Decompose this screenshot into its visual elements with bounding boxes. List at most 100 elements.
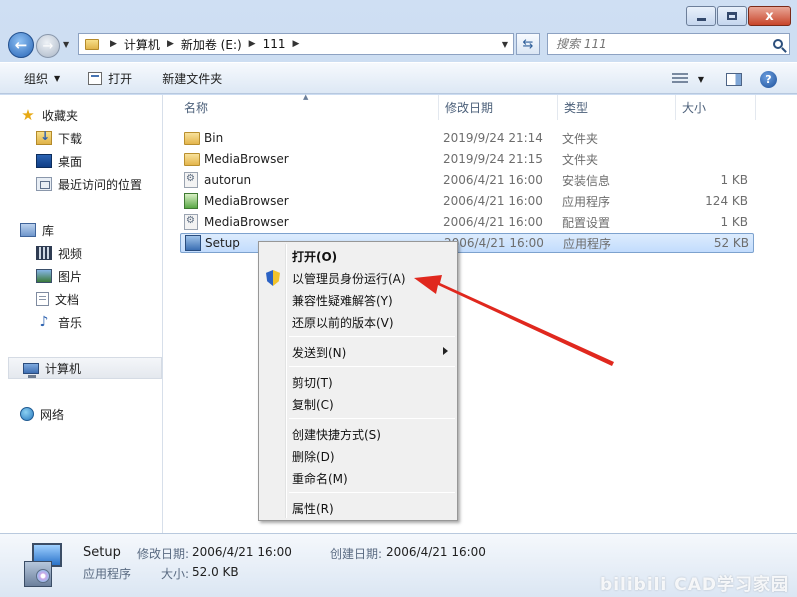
submenu-arrow-icon <box>443 347 448 355</box>
maximize-icon <box>727 12 737 20</box>
menu-item-cut[interactable]: 剪切(T) <box>261 371 456 393</box>
nav-desktop[interactable]: 桌面 <box>36 151 82 171</box>
open-button[interactable]: 打开 <box>80 66 140 90</box>
nav-videos[interactable]: 视频 <box>36 243 82 263</box>
column-header-size[interactable]: 大小 <box>676 95 756 120</box>
file-date: 2006/4/21 16:00 <box>443 173 543 187</box>
address-dropdown-icon[interactable]: ▼ <box>497 40 513 49</box>
file-date: 2019/9/24 21:14 <box>443 131 543 145</box>
breadcrumb-drive-e[interactable]: 新加卷 (E:) <box>181 36 242 53</box>
downloads-icon <box>36 129 52 145</box>
search-icon[interactable] <box>773 39 783 49</box>
menu-item-run-as-admin[interactable]: 以管理员身份运行(A) <box>261 267 456 289</box>
help-icon[interactable]: ? <box>760 70 777 88</box>
view-dropdown-icon[interactable]: ▼ <box>698 75 704 84</box>
close-button[interactable]: x <box>748 6 791 26</box>
search-box[interactable] <box>547 33 790 55</box>
address-bar[interactable]: ▶ 计算机 ▶ 新加卷 (E:) ▶ 111 ▶ ▼ <box>78 33 514 55</box>
menu-item-create-shortcut[interactable]: 创建快捷方式(S) <box>261 423 456 445</box>
details-size-label: 大小: <box>161 567 190 581</box>
menu-item-troubleshoot[interactable]: 兼容性疑难解答(Y) <box>261 289 456 311</box>
nav-documents[interactable]: 文档 <box>36 289 79 309</box>
menu-separator <box>289 418 455 419</box>
organize-button[interactable]: 组织 ▼ <box>16 66 68 90</box>
menu-item-copy[interactable]: 复制(C) <box>261 393 456 415</box>
file-type: 配置设置 <box>562 215 611 230</box>
file-type: 应用程序 <box>562 194 611 209</box>
details-file-name: Setup <box>83 545 121 560</box>
videos-icon <box>36 246 52 260</box>
refresh-icon: ⇆ <box>522 36 534 52</box>
column-header-date[interactable]: 修改日期 <box>439 95 558 120</box>
chevron-right-icon[interactable]: ▶ <box>110 39 117 49</box>
column-headers: 名称 修改日期 类型 大小 <box>164 95 797 120</box>
folder-icon <box>85 38 99 50</box>
forward-arrow-icon: → <box>42 38 54 54</box>
menu-item-open[interactable]: 打开(O) <box>261 245 456 267</box>
menu-item-rename[interactable]: 重命名(M) <box>261 467 456 489</box>
recent-pages-dropdown[interactable]: ▼ <box>63 40 69 49</box>
network-icon <box>20 407 34 421</box>
nav-pictures-label: 图片 <box>58 269 83 284</box>
file-row-mediabrowser-folder[interactable]: MediaBrowser 2019/9/24 21:15 文件夹 <box>180 149 754 169</box>
config-settings-icon <box>184 214 198 230</box>
file-type: 安装信息 <box>562 173 611 188</box>
organize-label: 组织 <box>24 71 49 86</box>
file-row-bin[interactable]: Bin 2019/9/24 21:14 文件夹 <box>180 128 754 148</box>
recent-places-icon <box>36 177 52 191</box>
file-type: 应用程序 <box>563 236 612 251</box>
file-type: 文件夹 <box>562 152 599 167</box>
back-button[interactable]: ← <box>8 32 34 58</box>
preview-pane-icon[interactable] <box>726 72 742 86</box>
menu-separator <box>289 366 455 367</box>
file-date: 2006/4/21 16:00 <box>443 194 543 208</box>
file-size: 1 KB <box>720 215 748 229</box>
file-name: MediaBrowser <box>204 215 289 229</box>
file-date: 2019/9/24 21:15 <box>443 152 543 166</box>
details-file-type: 应用程序 <box>83 567 132 581</box>
menu-item-delete[interactable]: 删除(D) <box>261 445 456 467</box>
chevron-right-icon[interactable]: ▶ <box>249 39 256 49</box>
file-name: Setup <box>205 236 240 250</box>
menu-separator <box>289 492 455 493</box>
chevron-right-icon[interactable]: ▶ <box>167 39 174 49</box>
maximize-button[interactable] <box>717 6 747 26</box>
file-row-autorun[interactable]: autorun 2006/4/21 16:00 安装信息 1 KB <box>180 170 754 190</box>
file-row-mediabrowser-config[interactable]: MediaBrowser 2006/4/21 16:00 配置设置 1 KB <box>180 212 754 232</box>
column-header-name[interactable]: 名称 <box>164 95 439 120</box>
breadcrumb-computer[interactable]: 计算机 <box>124 36 160 53</box>
nav-pictures[interactable]: 图片 <box>36 266 82 286</box>
nav-favorites-label: 收藏夹 <box>42 108 79 123</box>
nav-libraries[interactable]: 库 <box>20 220 54 240</box>
nav-downloads[interactable]: 下载 <box>36 128 82 148</box>
nav-recent[interactable]: 最近访问的位置 <box>36 174 142 194</box>
nav-favorites[interactable]: ★ 收藏夹 <box>20 105 78 125</box>
new-folder-button[interactable]: 新建文件夹 <box>154 66 230 90</box>
folder-icon <box>184 152 200 166</box>
file-size: 124 KB <box>705 194 748 208</box>
nav-computer[interactable]: 计算机 <box>8 357 162 379</box>
nav-desktop-label: 桌面 <box>58 154 83 169</box>
menu-item-run-as-admin-label: 以管理员身份运行(A) <box>292 271 406 286</box>
menu-item-send-to[interactable]: 发送到(N) <box>261 341 456 363</box>
file-type: 文件夹 <box>562 131 599 146</box>
chevron-right-icon[interactable]: ▶ <box>293 39 300 49</box>
search-input[interactable] <box>548 37 758 51</box>
breadcrumb-111[interactable]: 111 <box>263 37 286 51</box>
file-row-mediabrowser-app[interactable]: MediaBrowser 2006/4/21 16:00 应用程序 124 KB <box>180 191 754 211</box>
nav-network[interactable]: 网络 <box>20 404 64 424</box>
forward-button[interactable]: → <box>36 34 60 58</box>
column-header-type[interactable]: 类型 <box>558 95 676 120</box>
nav-music-label: 音乐 <box>58 315 83 330</box>
view-list-icon[interactable] <box>671 73 688 85</box>
minimize-button[interactable] <box>686 6 716 26</box>
toolbar-right: ▼ ? <box>671 63 797 95</box>
menu-item-properties[interactable]: 属性(R) <box>261 497 456 519</box>
nav-music[interactable]: ♪ 音乐 <box>36 312 82 332</box>
menu-item-restore-versions[interactable]: 还原以前的版本(V) <box>261 311 456 333</box>
nav-network-label: 网络 <box>40 407 65 422</box>
nav-videos-label: 视频 <box>58 246 83 261</box>
details-created-label: 创建日期: <box>330 547 383 561</box>
refresh-button[interactable]: ⇆ <box>516 33 540 55</box>
navigation-bar: ← → ▼ ▶ 计算机 ▶ 新加卷 (E:) ▶ 111 ▶ ▼ ⇆ <box>0 30 797 58</box>
